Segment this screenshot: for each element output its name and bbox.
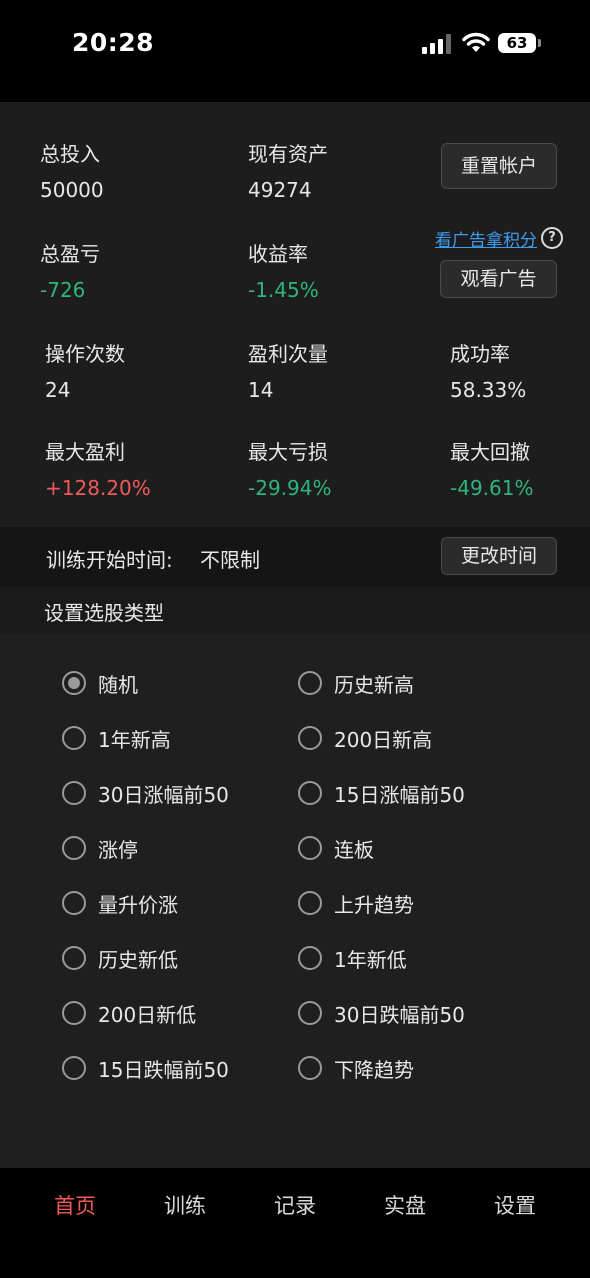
- max-loss-value: -29.94%: [248, 476, 332, 500]
- max-profit-value: +128.20%: [45, 476, 151, 500]
- stock-type-option[interactable]: 历史新低: [62, 943, 178, 973]
- tab-live[interactable]: 实盘: [365, 1190, 445, 1220]
- radio-label: 随机: [98, 672, 138, 697]
- total-investment-label: 总投入: [40, 142, 100, 166]
- tab-home[interactable]: 首页: [35, 1190, 115, 1220]
- operations-label: 操作次数: [45, 342, 125, 366]
- cellular-signal-icon: [422, 34, 452, 54]
- radio-label: 30日跌幅前50: [334, 1002, 465, 1027]
- stock-type-option[interactable]: 随机: [62, 668, 138, 698]
- watch-ad-button[interactable]: 观看广告: [440, 260, 557, 298]
- radio-label: 历史新低: [98, 947, 178, 972]
- radio-label: 15日涨幅前50: [334, 782, 465, 807]
- reset-account-button[interactable]: 重置帐户: [441, 143, 557, 189]
- radio-button[interactable]: [62, 946, 86, 970]
- radio-button[interactable]: [62, 781, 86, 805]
- battery-icon: 63: [498, 33, 536, 53]
- radio-label: 15日跌幅前50: [98, 1057, 229, 1082]
- stock-type-option[interactable]: 15日跌幅前50: [62, 1053, 229, 1083]
- wifi-icon: [462, 32, 490, 52]
- stock-type-option[interactable]: 历史新高: [298, 668, 414, 698]
- stock-type-option[interactable]: 下降趋势: [298, 1053, 414, 1083]
- return-rate-label: 收益率: [248, 242, 308, 266]
- tab-records[interactable]: 记录: [255, 1190, 335, 1220]
- stock-type-option[interactable]: 30日跌幅前50: [298, 998, 465, 1028]
- radio-label: 连板: [334, 837, 374, 862]
- total-pnl-label: 总盈亏: [40, 242, 100, 266]
- stock-type-option[interactable]: 1年新低: [298, 943, 407, 973]
- max-loss-label: 最大亏损: [248, 440, 328, 464]
- tab-settings[interactable]: 设置: [475, 1190, 555, 1220]
- max-drawdown-value: -49.61%: [450, 476, 534, 500]
- radio-label: 量升价涨: [98, 892, 178, 917]
- help-icon[interactable]: ?: [541, 227, 563, 249]
- stock-type-option[interactable]: 量升价涨: [62, 888, 178, 918]
- start-time-value: 不限制: [200, 548, 260, 572]
- tab-bar: [0, 1168, 590, 1278]
- stock-type-option[interactable]: 200日新高: [298, 723, 432, 753]
- total-pnl-value: -726: [40, 278, 86, 302]
- radio-button[interactable]: [298, 726, 322, 750]
- radio-button[interactable]: [62, 1056, 86, 1080]
- stock-type-title: 设置选股类型: [44, 601, 164, 625]
- radio-label: 1年新低: [334, 947, 407, 972]
- start-time-label: 训练开始时间:: [46, 548, 173, 572]
- change-time-button[interactable]: 更改时间: [441, 537, 557, 575]
- radio-label: 历史新高: [334, 672, 414, 697]
- radio-button[interactable]: [62, 836, 86, 860]
- watch-ad-points-link[interactable]: 看广告拿积分: [435, 226, 537, 251]
- stock-type-option[interactable]: 连板: [298, 833, 374, 863]
- profit-count-label: 盈利次量: [248, 342, 328, 366]
- stock-type-option[interactable]: 30日涨幅前50: [62, 778, 229, 808]
- max-drawdown-label: 最大回撤: [450, 440, 530, 464]
- radio-label: 200日新低: [98, 1002, 197, 1027]
- radio-label: 下降趋势: [334, 1057, 414, 1082]
- radio-button[interactable]: [298, 781, 322, 805]
- radio-button[interactable]: [298, 891, 322, 915]
- radio-button[interactable]: [62, 1001, 86, 1025]
- profit-count-value: 14: [248, 378, 274, 402]
- stock-type-option[interactable]: 15日涨幅前50: [298, 778, 465, 808]
- return-rate-value: -1.45%: [248, 278, 319, 302]
- battery-tip: [538, 39, 541, 47]
- radio-label: 200日新高: [334, 727, 433, 752]
- stock-type-option[interactable]: 1年新高: [62, 723, 171, 753]
- radio-label: 上升趋势: [334, 892, 414, 917]
- success-rate-value: 58.33%: [450, 378, 527, 402]
- current-assets-value: 49274: [248, 178, 312, 202]
- radio-button[interactable]: [62, 671, 86, 695]
- radio-button[interactable]: [298, 946, 322, 970]
- success-rate-label: 成功率: [450, 342, 510, 366]
- current-assets-label: 现有资产: [248, 142, 328, 166]
- status-time: 20:28: [72, 28, 155, 57]
- radio-button[interactable]: [298, 1001, 322, 1025]
- operations-value: 24: [45, 378, 71, 402]
- stock-type-option[interactable]: 涨停: [62, 833, 138, 863]
- status-bar: 20:28 63: [0, 0, 590, 100]
- tab-training[interactable]: 训练: [145, 1190, 225, 1220]
- radio-button[interactable]: [62, 726, 86, 750]
- radio-button[interactable]: [298, 836, 322, 860]
- max-profit-label: 最大盈利: [45, 440, 125, 464]
- stock-type-option[interactable]: 上升趋势: [298, 888, 414, 918]
- radio-label: 涨停: [98, 837, 138, 862]
- radio-button[interactable]: [298, 1056, 322, 1080]
- radio-label: 1年新高: [98, 727, 171, 752]
- radio-button[interactable]: [298, 671, 322, 695]
- radio-label: 30日涨幅前50: [98, 782, 229, 807]
- total-investment-value: 50000: [40, 178, 104, 202]
- radio-button[interactable]: [62, 891, 86, 915]
- stock-type-option[interactable]: 200日新低: [62, 998, 196, 1028]
